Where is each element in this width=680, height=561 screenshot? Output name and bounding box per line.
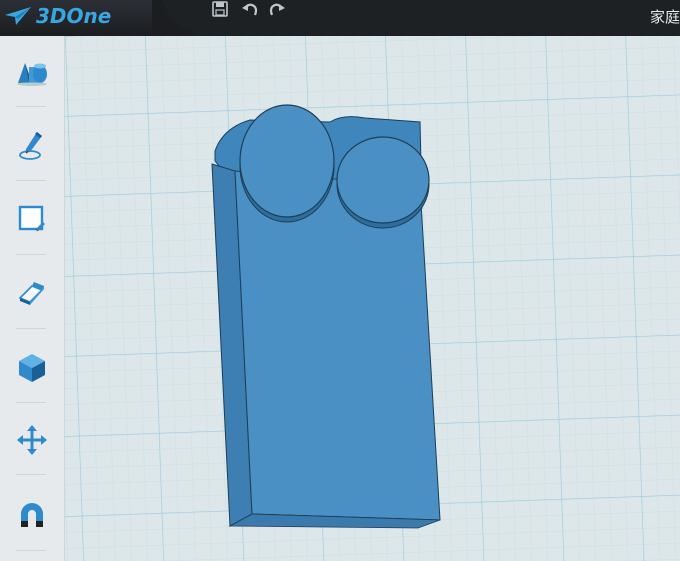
- sidebar-item-sketch[interactable]: [14, 127, 50, 163]
- save-button[interactable]: [209, 0, 231, 18]
- shapes-icon: [17, 63, 47, 86]
- sidebar-divider: [16, 474, 46, 475]
- 3d-viewport[interactable]: [65, 36, 680, 561]
- window-title: 家庭: [649, 8, 680, 26]
- undo-button[interactable]: [239, 0, 261, 18]
- redo-icon: [269, 3, 285, 16]
- sidebar-item-move[interactable]: [14, 422, 50, 458]
- left-cylinder-top: [239, 104, 335, 218]
- sidebar-item-adsorb[interactable]: [14, 498, 50, 534]
- sidebar-item-feature-modeling[interactable]: [14, 350, 50, 386]
- move-arrows-icon: [17, 425, 47, 455]
- sidebar-divider: [16, 106, 46, 107]
- sidebar-item-special-features[interactable]: [14, 276, 50, 312]
- cube-icon: [19, 354, 45, 382]
- redo-button[interactable]: [266, 0, 288, 18]
- 3d-model[interactable]: [65, 36, 680, 561]
- sidebar: [0, 36, 65, 561]
- right-cylinder-top: [336, 136, 430, 224]
- magnet-icon: [21, 503, 43, 527]
- sidebar-item-sketch-edit[interactable]: [14, 201, 50, 237]
- app-logo[interactable]: 3DOne: [4, 4, 111, 28]
- sidebar-item-basic-shapes[interactable]: [14, 54, 50, 90]
- paper-plane-icon: [5, 7, 31, 25]
- save-icon: [212, 1, 228, 17]
- eraser-icon: [18, 282, 44, 305]
- sidebar-divider: [16, 402, 46, 403]
- sidebar-divider: [16, 328, 46, 329]
- sidebar-divider: [16, 254, 46, 255]
- pen-icon: [19, 132, 42, 160]
- sketch-rect-icon: [18, 205, 45, 232]
- undo-icon: [242, 3, 258, 16]
- logo-text: 3DOne: [36, 4, 112, 28]
- title-bar-divider: [152, 0, 192, 36]
- logo-panel: 3DOne: [0, 0, 152, 36]
- sidebar-divider: [16, 550, 46, 551]
- model-front-face: [234, 170, 441, 521]
- sidebar-divider: [16, 180, 46, 181]
- top-bar: 3DOne 家庭: [0, 0, 680, 36]
